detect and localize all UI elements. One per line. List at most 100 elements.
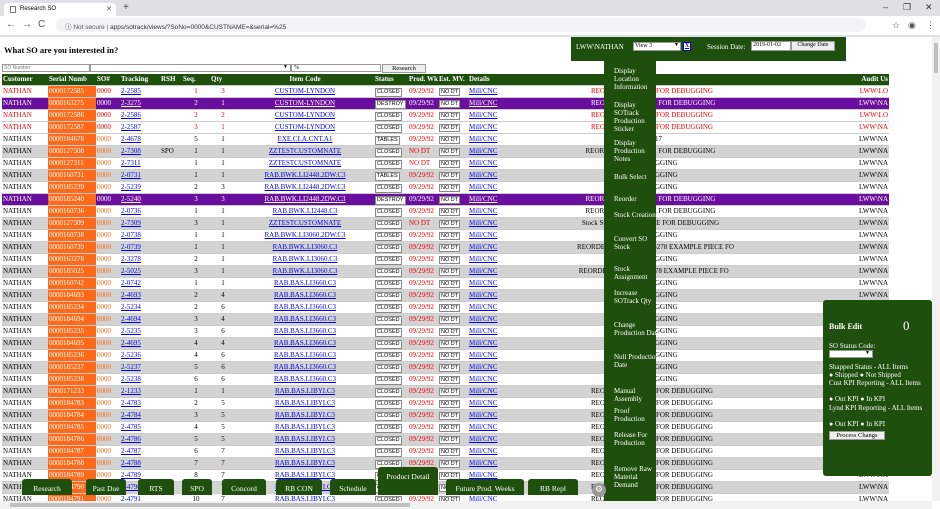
- item-code-link-text[interactable]: RAB.BAS.LI3660.C3: [274, 315, 336, 323]
- item-code-link-text[interactable]: RAB.BAS.LI3660.C3: [274, 375, 336, 383]
- action-menu-item[interactable]: Remove Raw Material Demand: [614, 465, 660, 489]
- table-row[interactable]: NATHAN 0000185237 0000 2-5237 5 6 RAB.BAS.LI36…: [2, 361, 889, 374]
- serial-cell[interactable]: 0000171233: [48, 385, 96, 398]
- action-menu-item[interactable]: Change Production Date: [614, 321, 660, 337]
- details-link[interactable]: Mill/CNC: [468, 253, 500, 266]
- bottom-nav-tab[interactable]: Research: [22, 479, 72, 495]
- item-code-link[interactable]: EXE.CLA.CNT.A1: [236, 133, 374, 146]
- serial-cell[interactable]: 0000185239: [48, 181, 96, 194]
- table-row[interactable]: NATHAN 0000163275 0000 2-3275 2 1 CUSTOM-LYNDO…: [2, 97, 889, 110]
- item-code-link[interactable]: CUSTOM-LYNDON: [236, 97, 374, 110]
- item-code-link-text[interactable]: RAB.BAS.LIBYI.C3: [275, 387, 335, 395]
- item-code-link-text[interactable]: CUSTOM-LYNDON: [275, 87, 335, 95]
- details-link-text[interactable]: Mill/CNC: [469, 399, 497, 407]
- bottom-nav-tab[interactable]: SPO: [182, 479, 212, 495]
- tracking-link-text[interactable]: 2-5236: [121, 351, 141, 359]
- details-link-text[interactable]: Mill/CNC: [469, 231, 497, 239]
- col-header[interactable]: Details: [468, 74, 500, 86]
- table-row[interactable]: NATHAN 0000127308 0000 2-7308 SPO 1 1 ZZTESTCUS…: [2, 145, 889, 158]
- serial-cell[interactable]: 0000127308: [48, 145, 96, 158]
- table-row[interactable]: NATHAN 0000160731 0000 2-0731 1 1 RAB.BWK.LI24…: [2, 169, 889, 182]
- serial-cell[interactable]: 0000160742: [48, 277, 96, 290]
- new-tab-icon[interactable]: +: [123, 2, 129, 13]
- tracking-link[interactable]: 2-5239: [120, 181, 160, 194]
- back-icon[interactable]: ←: [6, 19, 16, 30]
- details-link-text[interactable]: Mill/CNC: [469, 471, 497, 479]
- clear-view-button[interactable]: X: [683, 42, 691, 51]
- col-header[interactable]: Seq.: [182, 74, 210, 86]
- tracking-link[interactable]: 2-0731: [120, 169, 160, 182]
- close-window-icon[interactable]: ✕: [925, 2, 933, 13]
- tracking-link-text[interactable]: 2-4678: [121, 135, 141, 143]
- details-link[interactable]: Mill/CNC: [468, 277, 500, 290]
- serial-cell[interactable]: 0000185237: [48, 361, 96, 374]
- table-row[interactable]: NATHAN 0000184789 0000 2-4789 8 7 RAB.BAS.LIBY…: [2, 469, 889, 482]
- item-code-link[interactable]: RAB.BAS.LI3660.C3: [236, 361, 374, 374]
- tracking-link-text[interactable]: 2-4787: [121, 447, 141, 455]
- details-link[interactable]: Mill/CNC: [468, 421, 500, 434]
- table-row[interactable]: NATHAN 0000160739 0000 2-0739 1 1 RAB.BWK.LI30…: [2, 241, 889, 254]
- browser-menu-icon[interactable]: ⋮: [926, 20, 935, 31]
- item-code-link[interactable]: RAB.BWK.LI2448.2DW.C3: [236, 193, 374, 206]
- col-header[interactable]: Serial Numb: [48, 74, 96, 86]
- details-link-text[interactable]: Mill/CNC: [469, 243, 497, 251]
- serial-cell[interactable]: 0000163278: [48, 253, 96, 266]
- details-link[interactable]: Mill/CNC: [468, 109, 500, 122]
- details-link-text[interactable]: Mill/CNC: [469, 459, 497, 467]
- item-code-link[interactable]: RAB.BAS.LI3660.C3: [236, 325, 374, 338]
- tracking-link-text[interactable]: 2-4785: [121, 423, 141, 431]
- details-link-text[interactable]: Mill/CNC: [469, 423, 497, 431]
- details-link[interactable]: Mill/CNC: [468, 385, 500, 398]
- col-header[interactable]: Item Code: [236, 74, 374, 86]
- details-link[interactable]: Mill/CNC: [468, 133, 500, 146]
- customer-select[interactable]: [90, 64, 291, 72]
- tracking-link-text[interactable]: 2-5239: [121, 183, 141, 191]
- item-code-link-text[interactable]: RAB.BWK.LI3060.C3: [273, 267, 338, 275]
- account-icon[interactable]: ◉: [908, 20, 916, 31]
- details-link[interactable]: Mill/CNC: [468, 301, 500, 314]
- col-header[interactable]: Est. MV.: [438, 74, 468, 86]
- tracking-link-text[interactable]: 2-4694: [121, 315, 141, 323]
- item-code-link-text[interactable]: RAB.BAS.LIBYI.C3: [275, 399, 335, 407]
- details-link[interactable]: Mill/CNC: [468, 325, 500, 338]
- details-link-text[interactable]: Mill/CNC: [469, 123, 497, 131]
- details-link[interactable]: Mill/CNC: [468, 145, 500, 158]
- details-link-text[interactable]: Mill/CNC: [469, 99, 497, 107]
- change-date-button[interactable]: Change Date: [791, 41, 835, 51]
- serial-cell[interactable]: 0000184678: [48, 133, 96, 146]
- details-link[interactable]: Mill/CNC: [468, 289, 500, 302]
- serial-filter-input[interactable]: %: [291, 64, 381, 72]
- address-bar[interactable]: ⓘ Not secure | apps/sotrack/views/?SoNo=…: [56, 18, 866, 32]
- item-code-link[interactable]: ZZTESTCUSTOMNATE: [236, 157, 374, 170]
- tracking-link[interactable]: 2-5238: [120, 373, 160, 386]
- serial-cell[interactable]: 0000160738: [48, 229, 96, 242]
- serial-cell[interactable]: 0000172586: [48, 109, 96, 122]
- serial-cell[interactable]: 0000185235: [48, 325, 96, 338]
- bottom-nav-tab[interactable]: Schedule: [330, 479, 376, 495]
- table-row[interactable]: NATHAN 0000160738 0000 2-0738 1 1 RAB.BWK.LI30…: [2, 229, 889, 242]
- action-menu-item[interactable]: Reorder: [614, 195, 660, 203]
- browser-tab[interactable]: Research SO ✕: [4, 3, 116, 16]
- bottom-nav-tab[interactable]: Past Due: [86, 479, 126, 495]
- item-code-link-text[interactable]: RAB.BAS.LIBYI.C3: [275, 423, 335, 431]
- details-link-text[interactable]: Mill/CNC: [469, 327, 497, 335]
- tracking-link[interactable]: 2-5237: [120, 361, 160, 374]
- cust-in-kpi-radio[interactable]: In KPI: [866, 395, 885, 403]
- reload-icon[interactable]: C: [38, 19, 45, 30]
- serial-cell[interactable]: 0000184695: [48, 337, 96, 350]
- item-code-link-text[interactable]: RAB.BAS.LIBYI.C3: [275, 459, 335, 467]
- item-code-link[interactable]: RAB.BAS.LI3660.C3: [236, 337, 374, 350]
- details-link[interactable]: Mill/CNC: [468, 397, 500, 410]
- tracking-link-text[interactable]: 2-1233: [121, 387, 141, 395]
- minimize-icon[interactable]: –: [883, 2, 888, 12]
- col-header[interactable]: Audit Us: [789, 74, 889, 86]
- serial-cell[interactable]: 0000185240: [48, 193, 96, 206]
- tracking-link[interactable]: 2-2586: [120, 109, 160, 122]
- vertical-scrollbar[interactable]: [932, 37, 940, 501]
- so-status-select[interactable]: [829, 350, 873, 358]
- bottom-nav-tab[interactable]: Concord: [222, 479, 266, 495]
- col-header[interactable]: Prod. Wk: [408, 74, 438, 86]
- details-link-text[interactable]: Mill/CNC: [469, 111, 497, 119]
- details-link[interactable]: Mill/CNC: [468, 169, 500, 182]
- details-link[interactable]: Mill/CNC: [468, 181, 500, 194]
